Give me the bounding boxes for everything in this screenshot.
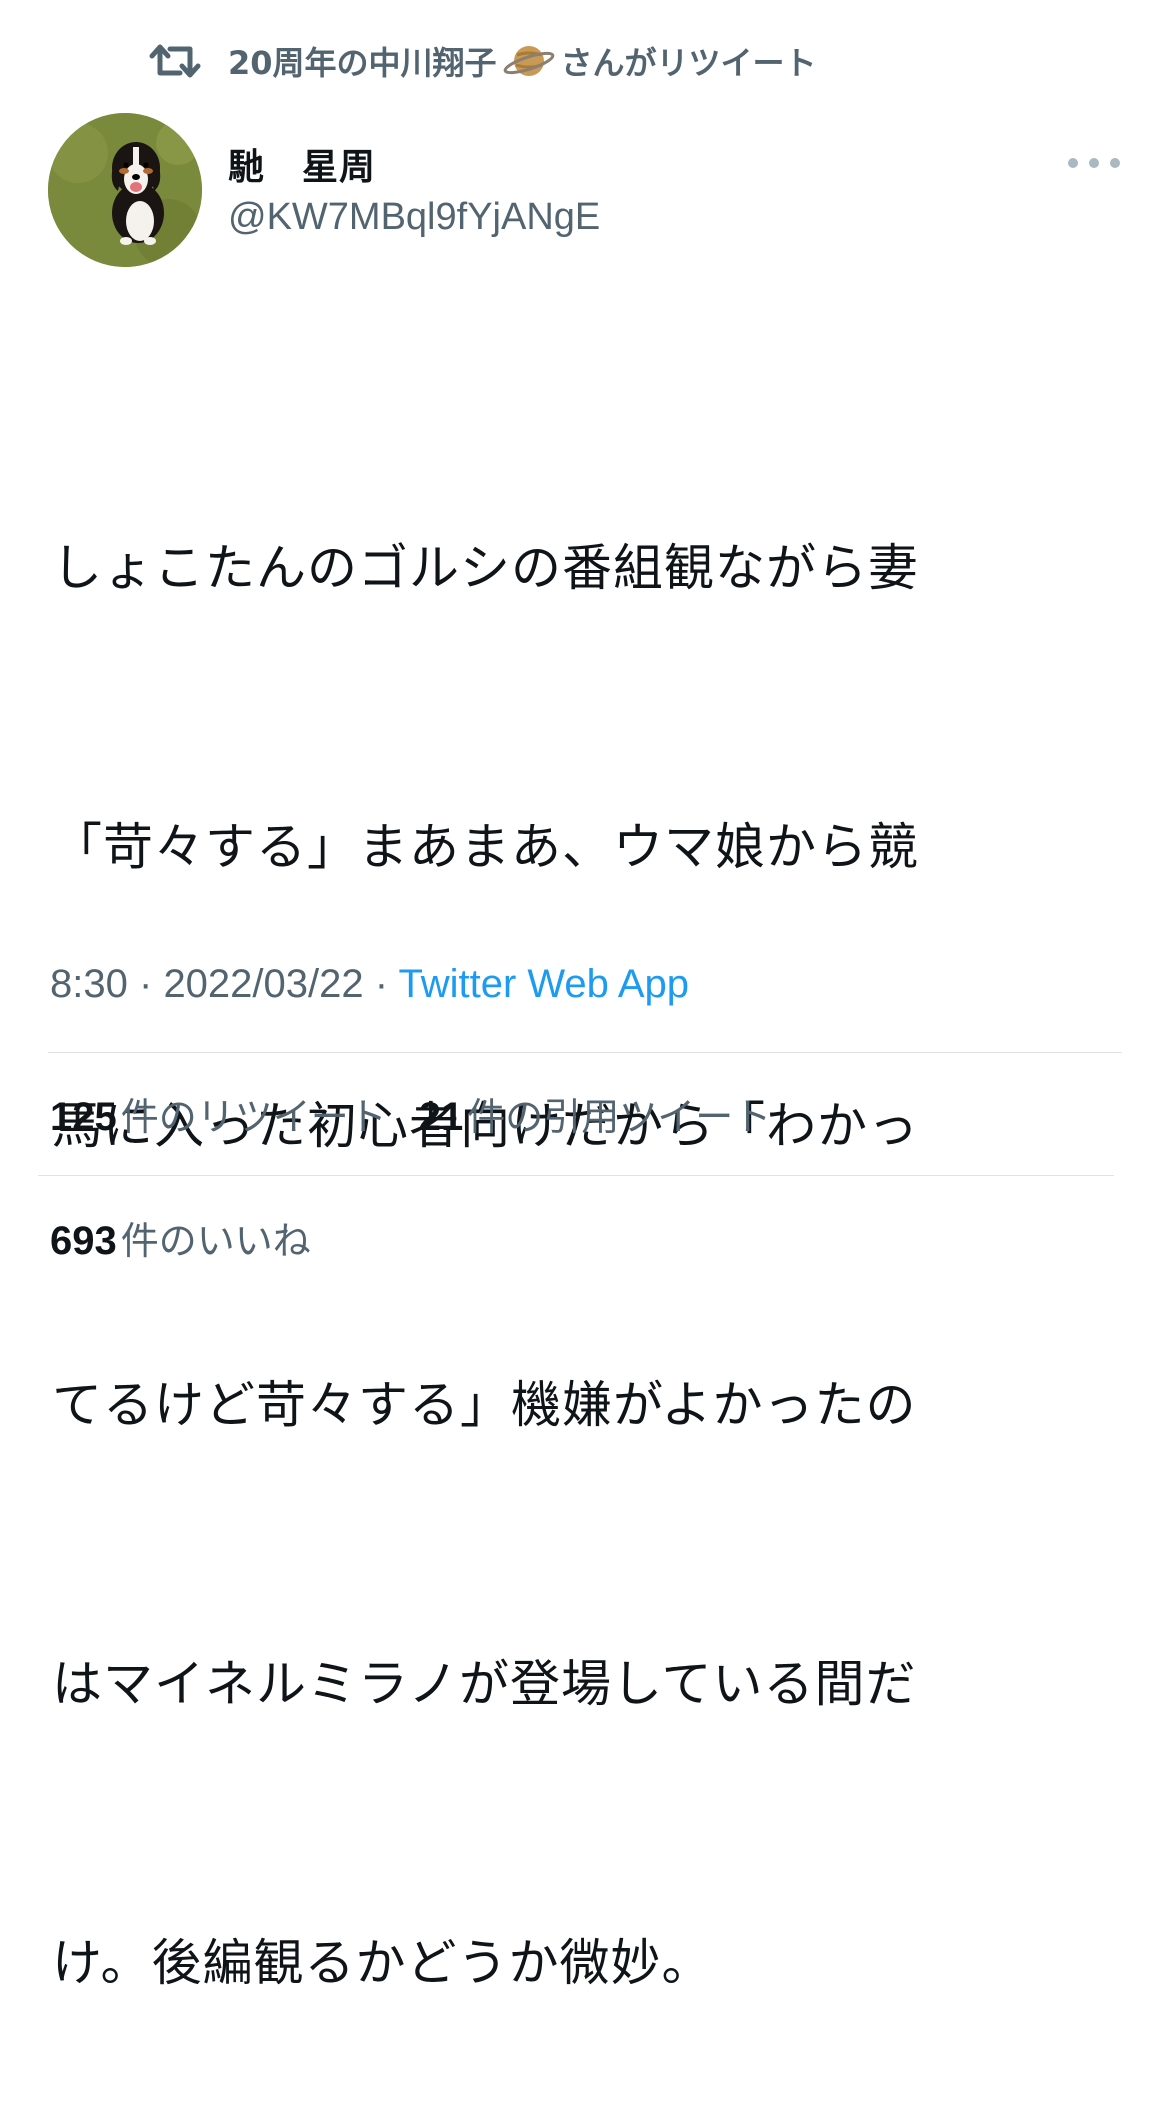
author-handle[interactable]: @KW7MBql9fYjANgE [228, 196, 600, 239]
meta-separator: · [374, 962, 389, 1006]
likes-stat[interactable]: 693 件のいいね [50, 1210, 311, 1265]
tweet-time[interactable]: 8:30 [50, 962, 128, 1006]
more-icon[interactable] [1068, 148, 1120, 178]
tweet-meta: 8:30 · 2022/03/22 · Twitter Web App [50, 962, 689, 1007]
tweet-text-line: てるけど苛々する」機嫌がよかったの [52, 1376, 917, 1434]
author-name[interactable]: 馳 星周 [228, 138, 376, 190]
meta-separator: · [138, 962, 153, 1006]
tweet-text-line: 「苛々する」まあまあ、ウマ娘から競 [52, 818, 919, 876]
likes-label: 件のいいね [120, 1219, 311, 1263]
likes-count: 693 [50, 1219, 117, 1263]
retweet-context[interactable]: 20周年の中川翔子 さんがリツイート [148, 36, 817, 86]
more-dot [1089, 158, 1099, 168]
avatar[interactable] [48, 113, 202, 267]
tweet-text-line: け。後編観るかどうか微妙。 [52, 1934, 713, 1992]
retweets-stat[interactable]: 125 件のリツイート [50, 1086, 387, 1141]
retweets-count: 125 [50, 1095, 117, 1139]
tweet-source-link[interactable]: Twitter Web App [398, 962, 689, 1006]
retweeter-name[interactable]: 20周年の中川翔子 [228, 38, 497, 84]
divider [38, 1175, 1114, 1176]
quotes-count: 21 [418, 1095, 464, 1139]
retweets-label: 件のリツイート [120, 1095, 387, 1139]
likes-stats: 693 件のいいね [50, 1210, 343, 1265]
ringed-planet-icon [503, 39, 555, 83]
tweet-date[interactable]: 2022/03/22 [163, 962, 363, 1006]
tweet-text-line: しょこたんのゴルシの番組観ながら妻 [52, 539, 919, 597]
divider [48, 1052, 1122, 1053]
quotes-stat[interactable]: 21 件の引用ツイート [419, 1086, 772, 1141]
tweet-text-line: はマイネルミラノが登場している間だ [52, 1655, 917, 1713]
quotes-label: 件の引用ツイート [467, 1095, 772, 1139]
more-dot [1068, 158, 1078, 168]
engagement-stats: 125 件のリツイート 21 件の引用ツイート [50, 1086, 803, 1141]
more-dot [1110, 158, 1120, 168]
retweet-suffix: さんがリツイート [560, 44, 817, 82]
retweet-icon [148, 39, 202, 83]
